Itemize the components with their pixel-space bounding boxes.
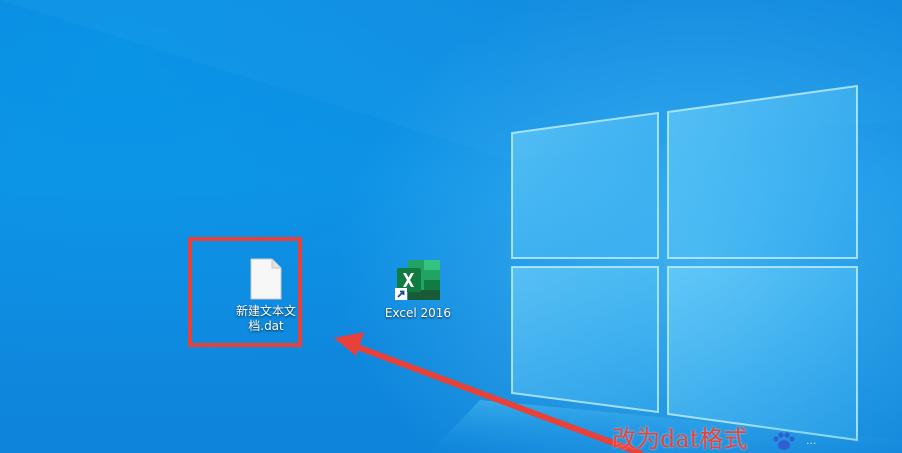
desktop-icon-excel-2016[interactable]: Excel 2016 [370,258,466,321]
highlight-box [188,237,302,347]
excel-icon-label: Excel 2016 [384,306,452,320]
shortcut-arrow-icon [395,288,407,300]
watermark-text: ... [806,434,817,447]
windows-logo-wallpaper [0,0,902,453]
desktop[interactable]: 新建文本文 档.dat Excel 2016 改为dat格式 ... [0,0,902,453]
excel-icon [395,260,440,300]
paw-icon [773,432,795,450]
annotation-caption: 改为dat格式 [612,425,748,453]
